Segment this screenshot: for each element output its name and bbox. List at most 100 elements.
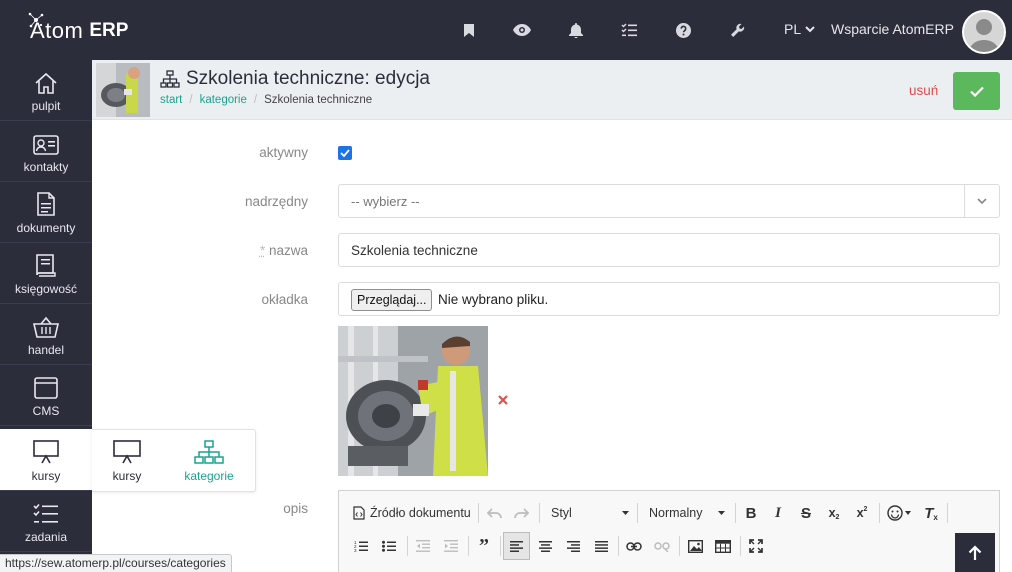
sidebar-item-pulpit[interactable]: pulpit [0, 60, 92, 121]
toolbar-separator [407, 536, 408, 556]
bookmark-icon[interactable] [459, 20, 479, 40]
link-icon[interactable] [622, 534, 646, 558]
sidebar-item-label: handel [28, 343, 64, 357]
unlink-icon[interactable] [650, 534, 674, 558]
emoji-icon[interactable] [884, 501, 914, 525]
tasks-icon[interactable] [619, 20, 639, 40]
strikethrough-icon[interactable]: S [794, 501, 818, 525]
sidebar-item-label: dokumenty [17, 221, 76, 235]
parent-select[interactable]: -- wybierz -- [338, 184, 1000, 218]
image-icon[interactable] [683, 534, 707, 558]
style-dropdown[interactable]: Styl [547, 501, 633, 525]
breadcrumb: start / kategorie / Szkolenia techniczne [160, 94, 372, 106]
breadcrumb-start[interactable]: start [160, 94, 182, 106]
submenu-item-kategorie[interactable]: kategorie [174, 430, 244, 493]
sitemap-icon [194, 440, 224, 464]
arrow-up-icon [968, 545, 982, 561]
toolbar-separator [618, 536, 619, 556]
indent-icon[interactable] [439, 534, 463, 558]
source-code-icon [353, 506, 365, 520]
blockquote-icon[interactable]: ” [472, 534, 496, 558]
sidebar-item-dokumenty[interactable]: dokumenty [0, 182, 92, 243]
cover-image [338, 326, 488, 476]
caret-down-icon [718, 511, 725, 515]
toolbar-separator [539, 503, 540, 523]
bold-icon[interactable]: B [739, 501, 763, 525]
align-center-icon[interactable] [533, 534, 557, 558]
atom-erp-logo[interactable]: Atom ERP [30, 16, 128, 46]
eye-icon[interactable] [512, 20, 532, 40]
page-title-text: Szkolenia techniczne: edycja [186, 68, 430, 90]
superscript-icon[interactable]: x2 [850, 501, 874, 525]
bullet-list-icon[interactable] [377, 534, 401, 558]
contact-card-icon [33, 135, 59, 155]
sidebar-item-handel[interactable]: handel [0, 304, 92, 365]
toolbar-separator [740, 536, 741, 556]
numbered-list-icon[interactable]: 123 [349, 534, 373, 558]
style-dropdown-label: Styl [551, 506, 572, 520]
logo-text-erp: ERP [89, 20, 128, 42]
subscript-icon[interactable]: x2 [822, 501, 846, 525]
logo-spark-icon [28, 12, 44, 28]
format-dropdown[interactable]: Normalny [645, 501, 729, 525]
toolbar-separator [637, 503, 638, 523]
italic-icon[interactable]: I [766, 501, 790, 525]
tasks-icon [33, 503, 59, 525]
sidebar-item-cms[interactable]: CMS [0, 365, 92, 426]
active-checkbox[interactable] [338, 146, 352, 160]
sidebar-item-kursy[interactable]: kursy [0, 429, 92, 491]
undo-icon[interactable] [482, 501, 506, 525]
submenu-item-label: kategorie [184, 469, 233, 483]
browser-window-icon [34, 377, 58, 399]
sidebar-item-ksiegowosc[interactable]: księgowość [0, 243, 92, 304]
user-avatar[interactable] [962, 10, 1006, 54]
toolbar-separator [468, 536, 469, 556]
bell-icon[interactable] [566, 20, 586, 40]
align-right-icon[interactable] [561, 534, 585, 558]
toolbar-separator [735, 503, 736, 523]
toolbar-separator [879, 503, 880, 523]
language-label: PL [784, 21, 801, 37]
document-icon [36, 192, 56, 216]
sidebar-item-kontakty[interactable]: kontakty [0, 121, 92, 182]
submenu-item-kursy[interactable]: kursy [100, 430, 154, 493]
category-thumbnail [96, 63, 150, 117]
wrench-icon[interactable] [727, 20, 747, 40]
help-icon[interactable] [673, 20, 693, 40]
parent-select-value: -- wybierz -- [351, 194, 420, 209]
required-mark: * [260, 243, 265, 258]
source-button[interactable]: Źródło dokumentu [353, 501, 471, 525]
save-button[interactable] [953, 72, 1000, 110]
align-justify-icon[interactable] [589, 534, 613, 558]
format-dropdown-label: Normalny [649, 506, 703, 520]
sidebar-item-label: kursy [32, 469, 61, 483]
sidebar-item-zadania[interactable]: zadania [0, 491, 92, 552]
description-editor: Źródło dokumentu Styl Normalny B I S x2 … [338, 490, 1000, 572]
breadcrumb-current: Szkolenia techniczne [264, 94, 372, 106]
remove-format-icon[interactable]: Tx [919, 501, 943, 525]
language-selector[interactable]: PL [784, 21, 815, 37]
svg-text:3: 3 [354, 548, 357, 552]
outdent-icon[interactable] [411, 534, 435, 558]
support-link[interactable]: Wsparcie AtomERP [831, 21, 954, 37]
parent-label: nadrzędny [92, 194, 308, 209]
redo-icon[interactable] [509, 501, 533, 525]
file-status-text: Nie wybrano pliku. [438, 292, 548, 307]
link-preview-url: https://sew.atomerp.pl/courses/categorie… [0, 554, 232, 572]
scroll-to-top-button[interactable] [955, 533, 995, 572]
chevron-down-icon [964, 185, 999, 217]
sidebar-item-label: księgowość [15, 282, 77, 296]
page-header: Szkolenia techniczne: edycja start / kat… [92, 60, 1012, 120]
browse-file-button[interactable]: Przeglądaj... [351, 289, 432, 311]
align-left-icon[interactable] [503, 532, 530, 560]
maximize-icon[interactable] [744, 534, 768, 558]
courses-submenu: kursy kategorie [92, 429, 256, 492]
check-icon [340, 149, 350, 157]
breadcrumb-separator: / [189, 94, 192, 106]
table-icon[interactable] [711, 534, 735, 558]
active-label: aktywny [92, 145, 308, 160]
remove-image-icon[interactable] [496, 393, 510, 407]
name-input[interactable] [338, 233, 1000, 267]
delete-button[interactable]: usuń [909, 83, 938, 98]
breadcrumb-categories[interactable]: kategorie [200, 94, 247, 106]
